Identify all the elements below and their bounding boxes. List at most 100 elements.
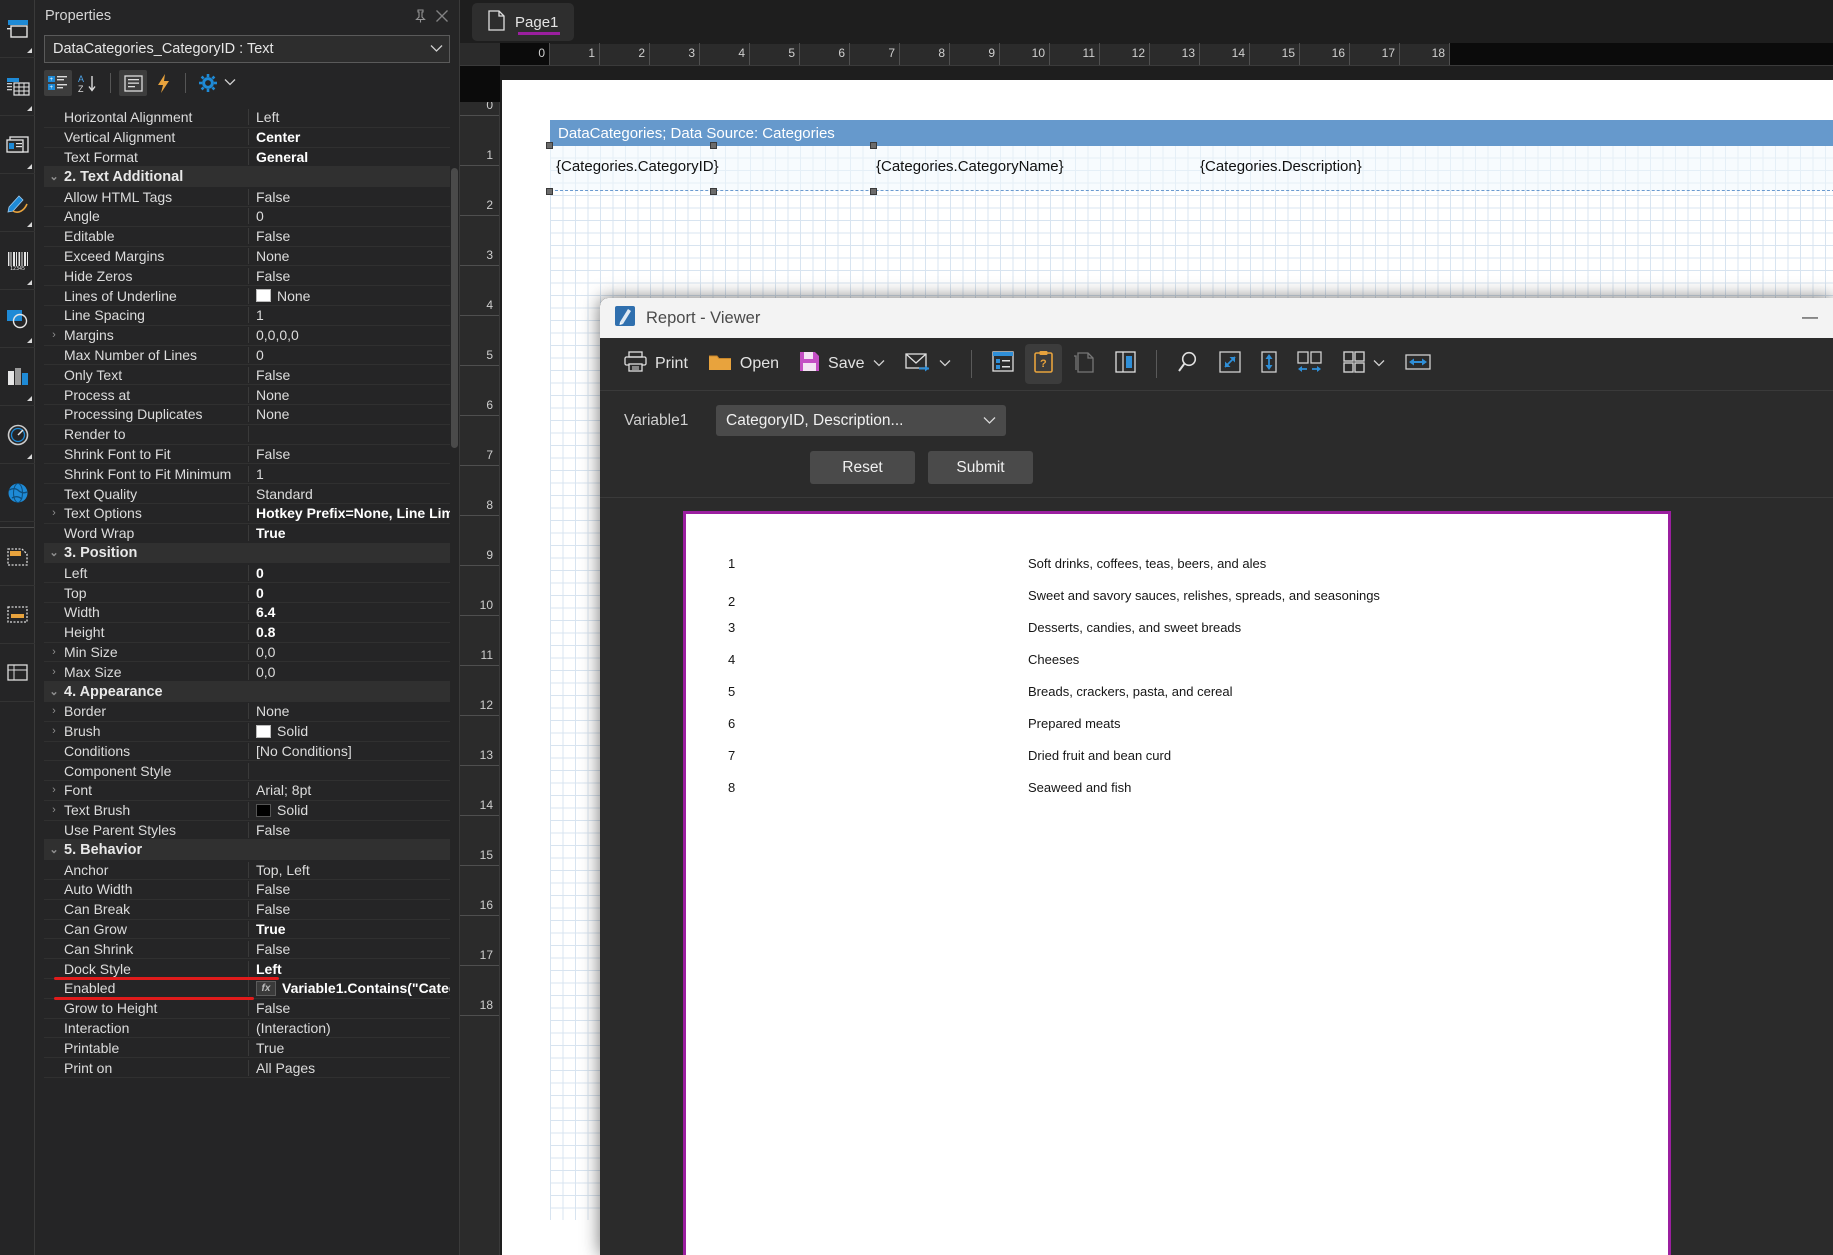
full-width-button[interactable] [1396, 344, 1440, 384]
page-height-button[interactable] [1252, 344, 1286, 384]
selection-handle[interactable] [710, 142, 717, 149]
viewer-preview-area[interactable]: 1 Soft drinks, coffees, teas, beers, and … [600, 498, 1833, 1255]
report-field[interactable]: {Categories.Description} [1200, 158, 1362, 175]
chevron-down-icon[interactable]: ⌄ [44, 685, 64, 698]
property-row[interactable]: Can Shrink False [44, 939, 450, 960]
properties-list-icon[interactable] [119, 70, 147, 96]
property-row[interactable]: Height 0.8 [44, 623, 450, 643]
selected-object-combobox[interactable]: DataCategories_CategoryID : Text [44, 35, 450, 63]
property-row[interactable]: Can Grow True [44, 920, 450, 940]
property-value[interactable]: Top, Left [249, 862, 450, 878]
shape-tool[interactable] [0, 290, 35, 348]
property-value[interactable]: 6.4 [249, 604, 450, 620]
property-value[interactable]: None [249, 703, 450, 719]
bookmarks-button[interactable] [983, 344, 1023, 384]
page-width-button[interactable] [1288, 344, 1332, 384]
property-row[interactable]: Use Parent Styles False [44, 821, 450, 841]
property-row[interactable]: Horizontal Alignment Left [44, 108, 450, 128]
page-tabstrip[interactable]: Page1 [460, 0, 1833, 44]
property-row[interactable]: Allow HTML Tags False [44, 187, 450, 207]
property-row[interactable]: Left 0 [44, 563, 450, 584]
property-value[interactable]: Solid [249, 723, 450, 739]
property-row[interactable]: Component Style [44, 761, 450, 782]
open-button[interactable]: Open [699, 344, 788, 384]
gear-icon[interactable] [194, 70, 222, 96]
property-value[interactable]: False [249, 881, 450, 897]
property-row[interactable]: Text Quality Standard [44, 484, 450, 504]
property-row[interactable]: Anchor Top, Left [44, 860, 450, 881]
chevron-right-icon[interactable]: › [44, 666, 64, 678]
property-row[interactable]: Auto Width False [44, 880, 450, 900]
property-row[interactable]: Shrink Font to Fit Minimum 1 [44, 464, 450, 485]
chevron-right-icon[interactable]: › [44, 507, 64, 519]
close-icon[interactable] [431, 5, 453, 27]
property-row[interactable]: Enabled fx Variable1.Contains("Catego [44, 979, 450, 1000]
report-field[interactable]: {Categories.CategoryID} [556, 158, 719, 175]
pin-icon[interactable] [409, 5, 431, 27]
property-row[interactable]: Process at None [44, 385, 450, 405]
panel-tool[interactable] [0, 0, 35, 58]
table-tool[interactable] [0, 58, 35, 116]
variable1-select[interactable]: CategoryID, Description... [716, 405, 1006, 436]
property-value[interactable]: [No Conditions] [249, 743, 450, 759]
property-value[interactable]: False [249, 901, 450, 917]
property-row[interactable]: Shrink Font to Fit False [44, 445, 450, 465]
property-row[interactable]: ⌄ 5. Behavior [44, 840, 450, 861]
property-value[interactable]: False [249, 1000, 450, 1016]
property-row[interactable]: Render to [44, 425, 450, 445]
data-band-header[interactable]: DataCategories; Data Source: Categories [550, 120, 1833, 146]
property-value[interactable]: 1 [249, 307, 450, 323]
property-row[interactable]: Width 6.4 [44, 603, 450, 623]
property-row[interactable]: Text Format General [44, 148, 450, 168]
property-value[interactable]: Standard [249, 486, 450, 502]
selection-handle[interactable] [546, 188, 553, 195]
property-value[interactable]: 1 [249, 466, 450, 482]
property-value[interactable]: Left [249, 109, 450, 125]
property-row[interactable]: › Text Brush Solid [44, 801, 450, 821]
chevron-down-icon[interactable] [224, 77, 236, 89]
property-row[interactable]: Exceed Margins None [44, 247, 450, 267]
property-value[interactable]: False [249, 941, 450, 957]
property-row[interactable]: › Font Arial; 8pt [44, 781, 450, 801]
property-row[interactable]: › Brush Solid [44, 722, 450, 742]
events-lightning-icon[interactable] [149, 70, 177, 96]
properties-scrollbar[interactable] [450, 108, 459, 1255]
categorized-icon[interactable]: + + [44, 70, 72, 96]
property-value[interactable]: True [249, 1040, 450, 1056]
property-row[interactable]: Line Spacing 1 [44, 306, 450, 326]
reset-button[interactable]: Reset [810, 451, 915, 484]
chevron-right-icon[interactable]: › [44, 705, 64, 717]
property-row[interactable]: Print on All Pages [44, 1058, 450, 1079]
property-row[interactable]: Interaction (Interaction) [44, 1019, 450, 1039]
property-row[interactable]: ⌄ 3. Position [44, 543, 450, 564]
properties-toolbar[interactable]: + + AZ [35, 63, 459, 99]
property-row[interactable]: Hide Zeros False [44, 266, 450, 287]
property-row[interactable]: Word Wrap True [44, 524, 450, 544]
property-row[interactable]: Processing Duplicates None [44, 405, 450, 425]
submit-button[interactable]: Submit [928, 451, 1033, 484]
property-value[interactable]: Hotkey Prefix=None, Line Limit [249, 505, 450, 521]
property-value[interactable]: False [249, 228, 450, 244]
report-preview-page[interactable]: 1 Soft drinks, coffees, teas, beers, and … [683, 511, 1671, 1255]
selection-handle[interactable] [870, 188, 877, 195]
chevron-down-icon[interactable] [873, 358, 885, 370]
property-row[interactable]: ⌄ 2. Text Additional [44, 167, 450, 188]
properties-grid[interactable]: Horizontal Alignment Left Vertical Alignme… [44, 108, 450, 1255]
property-row[interactable]: Top 0 [44, 583, 450, 603]
parameters-button[interactable]: ? [1024, 344, 1062, 384]
property-value[interactable]: False [249, 822, 450, 838]
property-value[interactable]: True [249, 525, 450, 541]
property-row[interactable]: › Margins 0,0,0,0 [44, 326, 450, 346]
alphabetical-sort-icon[interactable]: AZ [74, 70, 102, 96]
subreport-tool[interactable] [0, 528, 35, 586]
save-button[interactable]: Save [790, 344, 893, 384]
property-value[interactable]: Center [249, 129, 450, 145]
property-value[interactable]: 0 [249, 208, 450, 224]
print-button[interactable]: Print [615, 344, 697, 384]
scrollbar-thumb[interactable] [451, 168, 458, 448]
viewer-toolbar[interactable]: Print Open Save ? [600, 338, 1833, 391]
property-row[interactable]: Editable False [44, 227, 450, 247]
chevron-right-icon[interactable]: › [44, 646, 64, 658]
property-value[interactable]: None [249, 406, 450, 422]
selection-handle[interactable] [710, 188, 717, 195]
